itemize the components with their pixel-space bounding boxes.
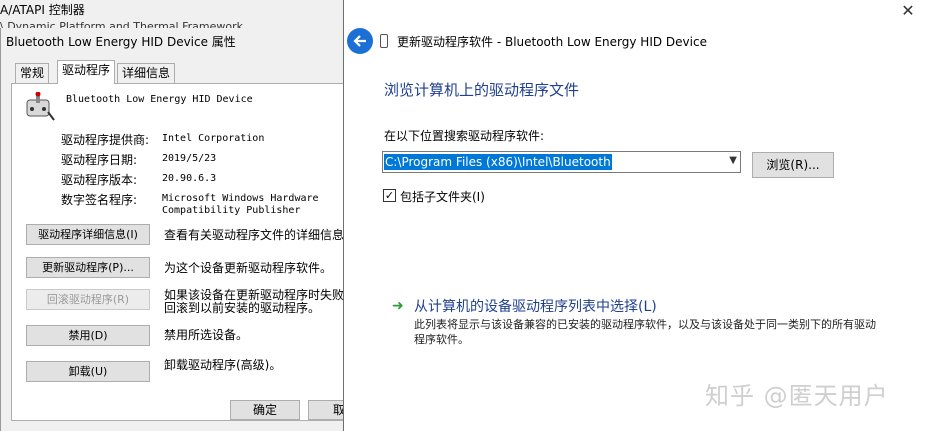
- version-label: 驱动程序版本:: [61, 173, 138, 187]
- close-button[interactable]: ✕: [884, 0, 932, 22]
- close-icon: ✕: [901, 1, 915, 20]
- pick-from-list-link[interactable]: 从计算机的设备驱动程序列表中选择(L): [414, 296, 657, 316]
- disable-device-button[interactable]: 禁用(D): [26, 325, 150, 346]
- version-value: 20.90.6.3: [162, 173, 217, 184]
- background-window-header: A/ATAPI 控制器 \ Dynamic Platform and Therm…: [0, 0, 345, 30]
- joystick-icon: [26, 92, 55, 121]
- device-name: Bluetooth Low Energy HID Device: [66, 94, 253, 105]
- search-location-label: 在以下位置搜索驱动程序软件:: [384, 129, 545, 143]
- watermark: 知乎 @匿天用户: [705, 382, 889, 410]
- update-driver-wizard: 更新驱动程序软件 - Bluetooth Low Energy HID Devi…: [343, 0, 932, 431]
- driver-details-desc: 查看有关驱动程序文件的详细信息。: [164, 228, 357, 242]
- signer-value: Microsoft Windows Hardware Compatibility…: [162, 193, 319, 216]
- path-input[interactable]: C:\Program Files (x86)\Intel\Bluetooth: [384, 154, 612, 170]
- pick-from-list-desc: 此列表将显示与该设备兼容的已安装的驱动程序软件，以及与该设备处于同一类别下的所有…: [414, 318, 876, 346]
- rollback-driver-button: 回滚驱动程序(R): [26, 289, 150, 310]
- uninstall-button[interactable]: 卸载(U): [26, 361, 150, 382]
- date-value: 2019/5/23: [162, 153, 217, 164]
- disable-device-desc: 禁用所选设备。: [164, 328, 249, 342]
- tab-general[interactable]: 常规: [15, 63, 50, 83]
- background-window-title: A/ATAPI 控制器: [0, 3, 85, 17]
- properties-title: Bluetooth Low Energy HID Device 属性: [6, 35, 236, 49]
- tab-details[interactable]: 详细信息: [117, 63, 176, 83]
- include-subfolders-checkbox[interactable]: ✓: [383, 189, 396, 202]
- wizard-title: 更新驱动程序软件 - Bluetooth Low Energy HID Devi…: [397, 35, 707, 49]
- arrow-right-icon: ➜: [392, 298, 404, 314]
- back-arrow-icon: [353, 35, 366, 47]
- path-combobox[interactable]: C:\Program Files (x86)\Intel\Bluetooth ▼: [382, 151, 741, 173]
- update-driver-button[interactable]: 更新驱动程序(P)...: [26, 257, 150, 278]
- wizard-header: 更新驱动程序软件 - Bluetooth Low Energy HID Devi…: [344, 0, 932, 60]
- uninstall-desc: 卸载驱动程序(高级)。: [164, 358, 282, 372]
- checkmark-icon: ✓: [384, 189, 395, 202]
- signer-label: 数字签名程序:: [61, 193, 138, 207]
- back-button[interactable]: [347, 28, 373, 54]
- provider-value: Intel Corporation: [162, 133, 265, 144]
- ok-button[interactable]: 确定: [230, 400, 300, 420]
- page-heading: 浏览计算机上的驱动程序文件: [384, 81, 580, 99]
- browse-button[interactable]: 浏览(R)...: [752, 152, 834, 178]
- update-driver-desc: 为这个设备更新驱动程序软件。: [164, 261, 333, 275]
- date-label: 驱动程序日期:: [61, 153, 138, 167]
- driver-details-button[interactable]: 驱动程序详细信息(I): [26, 224, 150, 245]
- provider-label: 驱动程序提供商:: [61, 133, 150, 147]
- rollback-driver-desc: 如果该设备在更新驱动程序时失败， 回滚到以前安装的驱动程序。: [164, 288, 357, 315]
- device-icon: [380, 34, 388, 48]
- chevron-down-icon[interactable]: ▼: [729, 155, 737, 166]
- cancel-button[interactable]: 取: [308, 400, 348, 420]
- tab-driver[interactable]: 驱动程序: [57, 60, 116, 84]
- include-subfolders-label[interactable]: 包括子文件夹(I): [400, 188, 485, 205]
